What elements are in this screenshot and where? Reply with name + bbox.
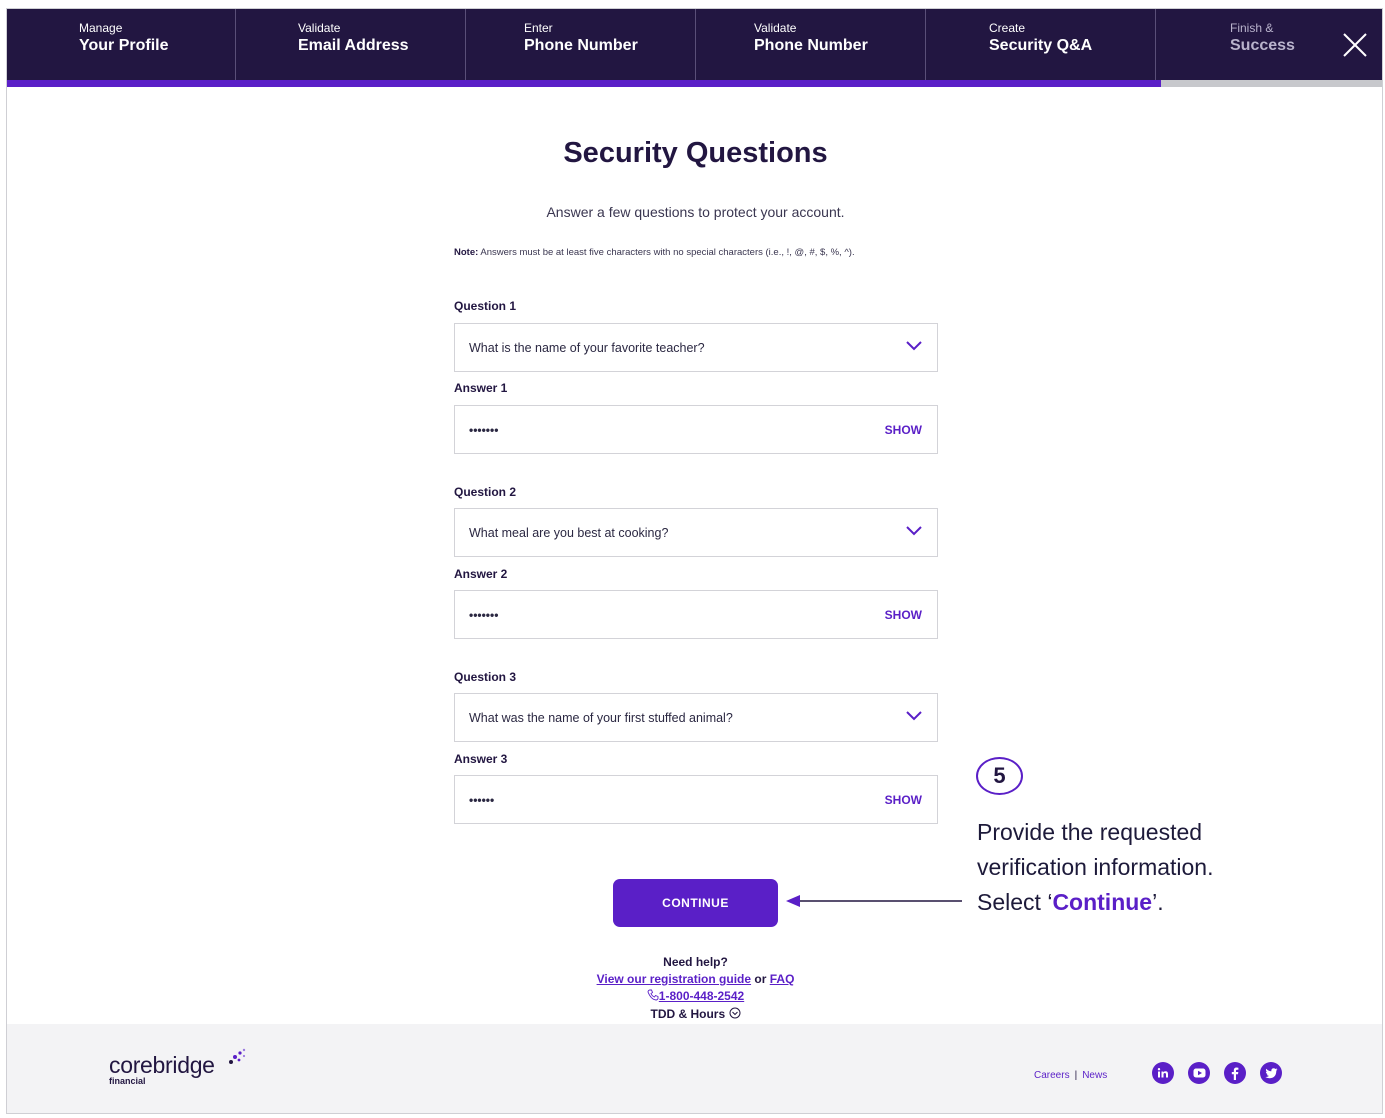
step-label-bottom: Security Q&A [989, 37, 1093, 54]
twitter-button[interactable] [1260, 1062, 1282, 1084]
faq-link[interactable]: FAQ [770, 972, 795, 986]
note-label: Note: [454, 247, 479, 258]
step-label-bottom: Phone Number [754, 37, 868, 54]
chevron-down-icon[interactable] [905, 340, 923, 352]
chevron-down-icon[interactable] [905, 525, 923, 537]
step-label-top: Create [989, 21, 1026, 35]
answer3-masked-value: •••••• [469, 792, 495, 807]
answer-requirements-note: Note: Answers must be at least five char… [454, 247, 855, 258]
answer2-show-button[interactable]: SHOW [885, 608, 922, 622]
question1-value: What is the name of your favorite teache… [469, 340, 705, 355]
question2-value: What meal are you best at cooking? [469, 525, 669, 540]
tdd-hours-label: TDD & Hours [650, 1007, 726, 1021]
step-validate-phone: Validate Phone Number [696, 9, 926, 80]
continue-button[interactable]: CONTINUE [613, 879, 778, 927]
chevron-down-icon[interactable] [905, 710, 923, 722]
answer3-show-button[interactable]: SHOW [885, 793, 922, 807]
logo-wordmark: corebridge [109, 1052, 215, 1078]
callout-instructions: Provide the requested verification infor… [977, 815, 1214, 920]
step-label-top: Validate [754, 21, 797, 35]
linkedin-button[interactable] [1152, 1062, 1174, 1084]
step-label-top: Validate [298, 21, 341, 35]
answer1-masked-value: ••••••• [469, 422, 499, 437]
step-label-bottom: Phone Number [524, 37, 638, 54]
progress-stepper: Manage Your Profile Validate Email Addre… [7, 9, 1382, 80]
note-text: Answers must be at least five characters… [478, 247, 855, 258]
help-phone: 1-800-448-2542 [7, 989, 1382, 1003]
step-label-top: Enter [524, 21, 553, 35]
step-security-qa: Create Security Q&A [926, 9, 1156, 80]
page-footer: corebridge financial Careers | News [7, 1024, 1382, 1113]
answer3-label: Answer 3 [454, 752, 508, 766]
progress-bar-fill [7, 80, 1161, 87]
footer-links: Careers | News [1034, 1070, 1107, 1081]
callout-continue-highlight: Continue [1052, 889, 1153, 915]
news-link[interactable]: News [1082, 1070, 1107, 1081]
step-manage-profile: Manage Your Profile [7, 9, 236, 80]
question2-label: Question 2 [454, 485, 517, 499]
step-number-badge: 5 [976, 757, 1023, 795]
close-icon [1343, 32, 1367, 57]
help-heading: Need help? [663, 955, 728, 969]
question1-label: Question 1 [454, 299, 517, 313]
linkedin-icon [1157, 1068, 1168, 1078]
page-frame: Manage Your Profile Validate Email Addre… [6, 8, 1383, 1114]
answer1-input[interactable]: ••••••• SHOW [454, 405, 938, 454]
callout-arrow-icon [786, 895, 962, 907]
phone-link[interactable]: 1-800-448-2542 [659, 989, 744, 1003]
step-label-top: Manage [79, 21, 123, 35]
answer1-show-button[interactable]: SHOW [885, 423, 922, 437]
page-title: Security Questions [563, 137, 828, 169]
help-links: View our registration guide or FAQ [7, 972, 1382, 986]
step-label-bottom: Email Address [298, 37, 409, 54]
facebook-button[interactable] [1224, 1062, 1246, 1084]
answer3-input[interactable]: •••••• SHOW [454, 775, 938, 824]
answer1-label: Answer 1 [454, 381, 508, 395]
step-validate-email: Validate Email Address [236, 9, 466, 80]
progress-bar [7, 80, 1382, 87]
youtube-icon [1193, 1068, 1205, 1078]
callout-line-1: Provide the requested [977, 819, 1203, 845]
logo-dots-icon [229, 1048, 246, 1064]
answer2-input[interactable]: ••••••• SHOW [454, 590, 938, 639]
registration-guide-link[interactable]: View our registration guide [597, 972, 751, 986]
question2-select[interactable]: What meal are you best at cooking? [454, 508, 938, 557]
callout-line-2: verification information. [977, 854, 1214, 880]
answer2-label: Answer 2 [454, 567, 508, 581]
callout-line-3-post: ’. [1152, 889, 1164, 915]
question3-value: What was the name of your first stuffed … [469, 710, 733, 725]
careers-link[interactable]: Careers [1034, 1070, 1070, 1081]
question3-select[interactable]: What was the name of your first stuffed … [454, 693, 938, 742]
footer-link-separator: | [1074, 1070, 1078, 1081]
answer2-masked-value: ••••••• [469, 607, 499, 622]
page-subtitle: Answer a few questions to protect your a… [546, 204, 845, 220]
tdd-hours-toggle[interactable]: TDD & Hours [7, 1007, 1382, 1021]
help-or-text: or [751, 972, 770, 986]
callout-line-3: Select ‘Continue’. [977, 885, 1214, 920]
callout-line-3-pre: Select ‘ [977, 889, 1053, 915]
facebook-icon [1231, 1067, 1239, 1080]
twitter-icon [1264, 1067, 1277, 1078]
step-label-bottom: Your Profile [79, 37, 169, 54]
youtube-button[interactable] [1188, 1062, 1210, 1084]
step-enter-phone: Enter Phone Number [466, 9, 696, 80]
corebridge-logo[interactable]: corebridge financial [109, 1048, 246, 1086]
chevron-circle-down-icon [729, 1007, 740, 1019]
social-links [1152, 1062, 1282, 1084]
phone-icon [647, 989, 659, 1001]
close-button[interactable] [1326, 9, 1382, 80]
question3-label: Question 3 [454, 670, 517, 684]
question1-select[interactable]: What is the name of your favorite teache… [454, 323, 938, 372]
